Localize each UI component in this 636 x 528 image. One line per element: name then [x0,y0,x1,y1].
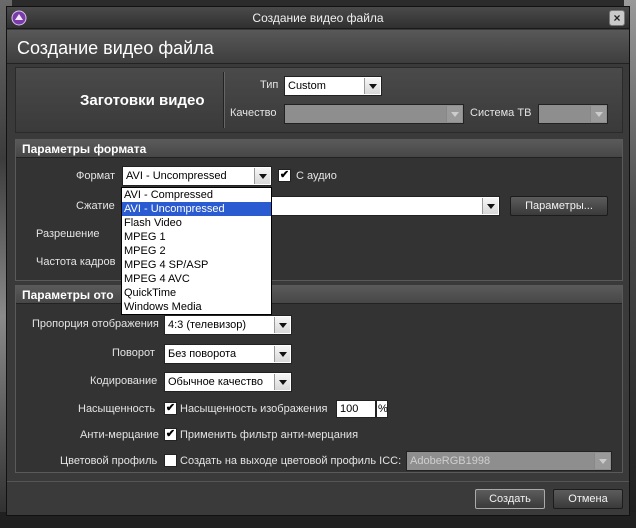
audio-checkbox[interactable]: ✔ [278,169,291,182]
create-button[interactable]: Создать [475,489,545,509]
presets-divider [223,72,225,128]
format-option[interactable]: MPEG 4 AVC [122,272,271,286]
format-section-title: Параметры формата [16,140,622,158]
presets-panel: Заготовки видео Тип Custom Качество Сист… [15,67,623,133]
dialog-header: Создание видео файла [7,30,629,64]
saturation-label: Насыщенность [78,403,156,415]
format-option[interactable]: Windows Media [122,300,271,314]
format-section: Параметры формата Формат AVI - Uncompres… [15,139,623,281]
create-video-dialog: Создание видео файла × Создание видео фа… [6,6,630,516]
type-label: Тип [260,79,279,91]
aspect-select[interactable]: 4:3 (телевизор) [164,315,292,335]
format-option[interactable]: QuickTime [122,286,271,300]
check-icon: ✔ [165,402,176,414]
parameters-button[interactable]: Параметры... [510,196,608,216]
framerate-label: Частота кадров [36,256,116,268]
aspect-select-value: 4:3 (телевизор) [168,319,247,331]
resolution-label: Разрешение [36,228,100,240]
format-option[interactable]: MPEG 2 [122,244,271,258]
close-icon: × [613,11,621,25]
tv-system-label: Система ТВ [470,107,532,119]
chevron-down-icon [446,106,462,122]
tv-system-select[interactable] [538,104,608,124]
header-title: Создание видео файла [17,38,214,58]
rotation-label: Поворот [112,347,155,359]
audio-label: С аудио [296,170,337,182]
saturation-checkbox-label: Насыщенность изображения [180,403,328,415]
presets-title: Заготовки видео [80,92,205,109]
compression-label: Сжатие [76,200,115,212]
color-profile-label: Цветовой профиль [60,455,158,467]
cancel-button[interactable]: Отмена [553,489,623,509]
chevron-down-icon [364,78,380,94]
format-select[interactable]: AVI - Uncompressed [122,166,272,186]
encoding-select[interactable]: Обычное качество [164,372,292,392]
antiflicker-checkbox[interactable]: ✔ [164,428,177,441]
saturation-input[interactable]: 100 [336,400,376,418]
format-option[interactable]: MPEG 1 [122,230,271,244]
chevron-down-icon [274,317,290,333]
chevron-down-icon [482,198,498,214]
encoding-select-value: Обычное качество [168,376,264,388]
format-option[interactable]: AVI - Compressed [122,188,271,202]
chevron-down-icon [590,106,606,122]
antiflicker-label: Анти-мерцание [80,429,159,441]
type-select-value: Custom [288,80,326,92]
color-profile-checkbox[interactable] [164,454,177,467]
chevron-down-icon [254,168,270,184]
footer-divider [7,481,629,482]
format-dropdown-list: AVI - Compressed AVI - Uncompressed Flas… [121,187,272,315]
color-profile-select[interactable]: AdobeRGB1998 [406,451,612,471]
saturation-unit: % [376,400,388,418]
close-button[interactable]: × [609,10,625,26]
check-icon: ✔ [279,169,290,181]
check-icon: ✔ [165,428,176,440]
color-profile-checkbox-label: Создать на выходе цветовой профиль ICC: [180,455,402,467]
quality-select[interactable] [284,104,464,124]
display-section: Параметры ото Пропорция отображения 4:3 … [15,285,623,473]
format-option[interactable]: Flash Video [122,216,271,230]
format-select-value: AVI - Uncompressed [126,170,227,182]
format-label: Формат [76,170,116,182]
antiflicker-checkbox-label: Применить фильтр анти-мерцания [180,429,359,441]
quality-label: Качество [230,107,277,119]
format-option-selected[interactable]: AVI - Uncompressed [122,202,271,216]
window-title: Создание видео файла [252,11,384,25]
display-section-title: Параметры ото [16,286,622,304]
saturation-checkbox[interactable]: ✔ [164,402,177,415]
chevron-down-icon [594,453,610,469]
chevron-down-icon [274,374,290,390]
color-profile-select-value: AdobeRGB1998 [410,455,491,467]
encoding-label: Кодирование [90,375,158,387]
rotation-select-value: Без поворота [168,348,237,360]
chevron-down-icon [274,346,290,362]
aspect-label: Пропорция отображения [32,318,159,330]
rotation-select[interactable]: Без поворота [164,344,292,364]
title-bar: Создание видео файла × [7,7,629,29]
format-option[interactable]: MPEG 4 SP/ASP [122,258,271,272]
type-select[interactable]: Custom [284,76,382,96]
